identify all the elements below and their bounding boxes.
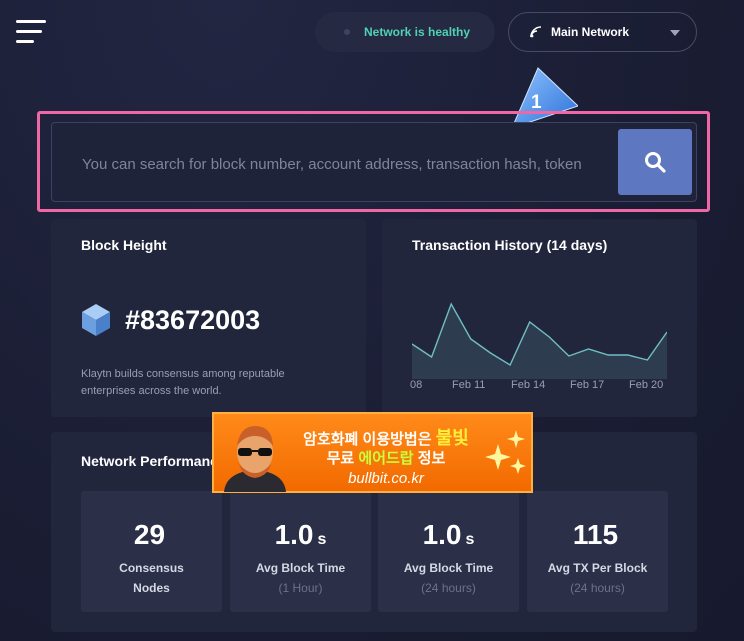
search-bar	[51, 122, 697, 202]
ad-text: 정보	[413, 450, 446, 467]
transaction-history-chart	[412, 302, 667, 379]
ad-highlight: 불빛	[435, 428, 469, 448]
ad-highlight: 에어드랍	[358, 450, 414, 467]
metric-value: 29	[133, 519, 166, 550]
metric-value: 1.0	[422, 519, 462, 550]
metric-avg-tx-per-block: 115 Avg TX Per Block (24 hours)	[527, 491, 668, 612]
ad-line-2: 무료 에어드랍 정보	[286, 447, 486, 468]
metric-sub: (1 Hour)	[278, 581, 323, 595]
x-tick-label: Feb 17	[570, 379, 605, 391]
metric-consensus-nodes: 29 Consensus Nodes	[81, 491, 222, 612]
metric-label: Avg Block Time	[403, 561, 494, 575]
x-tick-label: Feb 11	[452, 379, 486, 391]
block-height-title: Block Height	[81, 237, 167, 253]
x-tick-label: Feb 14	[511, 379, 546, 391]
metric-value-wrap: 115	[527, 519, 668, 552]
caret-down-icon	[670, 30, 680, 36]
menu-line	[16, 40, 34, 43]
metric-unit: s	[317, 531, 327, 548]
network-selector[interactable]: Main Network	[508, 12, 697, 52]
metric-value-wrap: 1.0 s	[230, 519, 371, 552]
network-performance-title: Network Performance	[81, 453, 226, 469]
search-icon	[645, 152, 666, 173]
cube-icon	[82, 304, 110, 336]
metric-value: 115	[572, 519, 619, 550]
metric-unit: s	[465, 531, 475, 548]
menu-icon[interactable]	[16, 20, 48, 44]
chart-area	[412, 304, 667, 379]
wifi-icon	[530, 26, 542, 38]
metric-value-wrap: 29	[81, 519, 222, 552]
metric-avg-block-time-1h: 1.0 s Avg Block Time (1 Hour)	[230, 491, 371, 612]
menu-line	[16, 30, 42, 33]
metric-value-wrap: 1.0 s	[378, 519, 519, 552]
ad-url: bullbit.co.kr	[348, 470, 424, 487]
status-dot	[344, 29, 350, 35]
x-tick-label: 08	[410, 379, 423, 391]
metric-avg-block-time-24h: 1.0 s Avg Block Time (24 hours)	[378, 491, 519, 612]
avatar-illustration	[224, 426, 286, 492]
metric-value: 1.0	[274, 519, 314, 550]
network-health-badge: Network is healthy	[315, 12, 495, 52]
metric-label: Avg Block Time	[255, 561, 346, 575]
transaction-history-title: Transaction History (14 days)	[412, 237, 608, 253]
transaction-history-card: Transaction History (14 days) 08 Feb 11 …	[382, 219, 697, 417]
network-health-text: Network is healthy	[364, 25, 471, 39]
sparkle-icon	[485, 430, 526, 474]
ad-text: 무료	[326, 450, 359, 467]
metric-sub: (24 hours)	[421, 581, 476, 595]
metric-label: Consensus	[119, 561, 184, 575]
metric-label-line2: Nodes	[133, 581, 170, 595]
x-tick-label: Feb 20	[629, 379, 664, 391]
block-height-value: #83672003	[125, 305, 261, 335]
search-button[interactable]	[618, 129, 692, 195]
metric-label: Avg TX Per Block	[547, 561, 648, 575]
menu-line	[16, 20, 46, 23]
ad-text: 암호화폐 이용방법은	[303, 431, 436, 448]
block-height-card: Block Height #83672003 Klaytn builds con…	[51, 219, 366, 417]
metric-sub: (24 hours)	[570, 581, 625, 595]
block-height-description: Klaytn builds consensus among reputable …	[81, 368, 285, 397]
ad-banner[interactable]: 암호화폐 이용방법은 불빛 무료 에어드랍 정보 bullbit.co.kr	[212, 412, 533, 493]
search-input[interactable]	[82, 152, 617, 176]
network-selector-label: Main Network	[551, 25, 630, 39]
